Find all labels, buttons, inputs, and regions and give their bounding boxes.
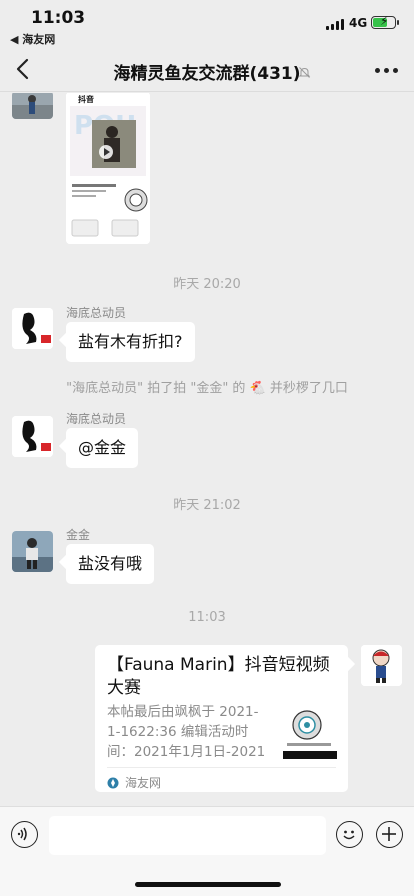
sender-name: 海底总动员 [66,412,127,426]
avatar[interactable] [12,93,53,119]
video-message-card[interactable]: POU 抖音 [66,93,150,244]
link-card-source-name: 海友网 [125,776,162,790]
avatar[interactable] [361,645,402,686]
video-thumbnail: POU [66,93,150,244]
timestamp: 昨天 20:20 [173,277,241,292]
status-bar: 11:03 ◀ 海友网 4G ⚡ [0,0,414,46]
sender-name: 海底总动员 [66,306,127,320]
link-share-card[interactable]: 【Fauna Marin】抖音短视频大赛 本帖最后由飒枫于 2021-1-162… [95,645,348,792]
avatar[interactable] [12,308,53,349]
more-icon[interactable] [372,60,400,80]
signal-icon [326,19,344,30]
link-card-title: 【Fauna Marin】抖音短视频大赛 [107,655,330,698]
voice-icon[interactable] [11,821,38,848]
avatar[interactable] [12,416,53,457]
timestamp: 11:03 [188,610,226,625]
emoji-icon[interactable] [336,821,363,848]
system-message: "海底总动员" 拍了拍 "金金" 的 🐔 并秒椤了几口 [66,381,348,396]
message-bubble[interactable]: @金金 [66,428,139,468]
status-time: 11:03 [31,8,86,28]
bell-off-icon [298,64,311,78]
link-card-description: 本帖最后由飒枫于 2021-1-1622:36 编辑活动时间：2021年1月1日… [107,704,266,760]
timestamp: 昨天 21:02 [173,498,241,513]
message-bubble[interactable]: 盐没有哦 [66,544,155,584]
message-text: @金金 [78,438,127,457]
compass-icon [107,777,119,788]
link-card-thumbnail [283,705,337,759]
video-app-label: 抖音 [78,95,94,104]
chat-title-text: 海精灵鱼友交流群(431) [113,64,301,84]
message-text: 盐有木有折扣? [78,332,183,351]
message-input[interactable] [49,816,326,855]
back-to-app-link[interactable]: ◀ 海友网 [10,31,55,47]
sender-name: 金金 [66,528,91,542]
avatar[interactable] [12,531,53,572]
link-card-source: 海友网 [107,767,336,791]
home-indicator [135,882,281,887]
network-type: 4G [349,16,368,30]
chat-header: 海精灵鱼友交流群(431) [0,48,414,92]
chat-messages[interactable]: POU 抖音 昨天 20:20 海底总动员 盐有木有折扣? "海底总动员" 拍了… [0,93,414,806]
plus-icon[interactable] [376,821,403,848]
message-text: 盐没有哦 [78,554,143,573]
message-bubble[interactable]: 盐有木有折扣? [66,322,195,362]
bolt-icon: ⚡ [380,14,389,28]
chat-title: 海精灵鱼友交流群(431) [0,59,414,84]
